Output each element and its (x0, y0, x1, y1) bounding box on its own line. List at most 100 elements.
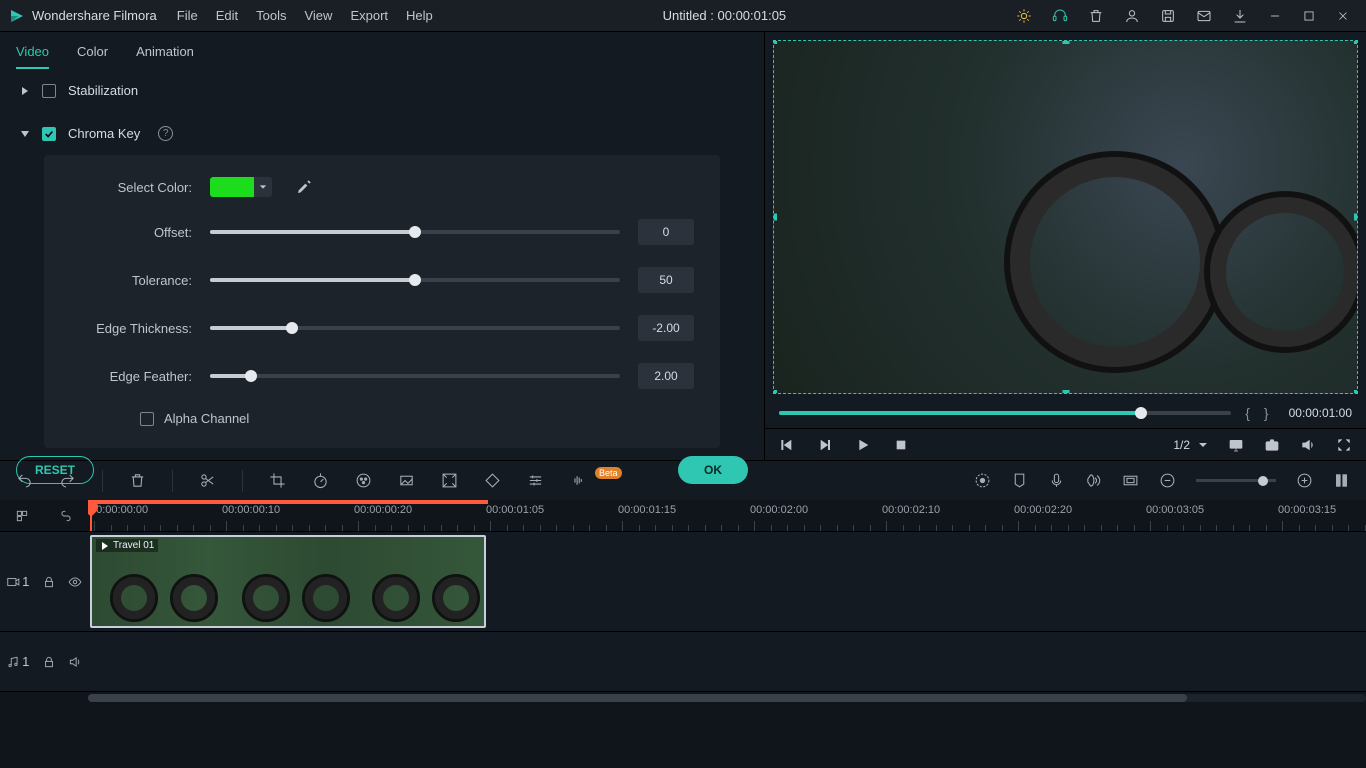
tips-icon[interactable] (1016, 8, 1032, 24)
mark-out-icon[interactable]: } (1264, 405, 1269, 421)
track-manager-icon[interactable] (15, 509, 29, 523)
resize-handle[interactable] (773, 214, 777, 221)
timeline: 00:00:00:0000:00:00:1000:00:00:2000:00:0… (0, 500, 1366, 768)
resize-handle[interactable] (1354, 214, 1358, 221)
video-clip[interactable]: Travel 01 (90, 535, 486, 628)
alpha-channel-checkbox[interactable] (140, 412, 154, 426)
motion-tracking-icon[interactable] (441, 472, 458, 489)
select-color-label: Select Color: (70, 180, 210, 195)
volume-icon[interactable] (1300, 437, 1316, 453)
record-voiceover-icon[interactable] (1048, 472, 1065, 489)
account-icon[interactable] (1124, 8, 1140, 24)
resize-handle[interactable] (773, 40, 777, 44)
lock-icon[interactable] (42, 655, 56, 669)
zoom-to-fit-icon[interactable] (1333, 472, 1350, 489)
stabilization-section-header[interactable]: Stabilization (0, 69, 764, 112)
redo-icon[interactable] (59, 472, 76, 489)
ruler-label: 00:00:02:10 (882, 504, 940, 516)
preview-canvas[interactable] (773, 40, 1358, 394)
speed-icon[interactable] (312, 472, 329, 489)
resize-handle[interactable] (1062, 40, 1069, 44)
zoom-out-icon[interactable] (1159, 472, 1176, 489)
offset-value[interactable]: 0 (638, 219, 694, 245)
keyframe-icon[interactable] (484, 472, 501, 489)
preview-scrubber[interactable] (779, 411, 1231, 415)
play-icon[interactable] (855, 437, 871, 453)
app-name: Wondershare Filmora (32, 8, 157, 23)
undo-icon[interactable] (16, 472, 33, 489)
maximize-icon[interactable] (1302, 9, 1316, 23)
tolerance-value[interactable]: 50 (638, 267, 694, 293)
menu-view[interactable]: View (304, 8, 332, 23)
ok-button[interactable]: OK (678, 456, 748, 484)
filmora-logo-icon (8, 7, 26, 25)
link-icon[interactable] (59, 509, 73, 523)
help-icon[interactable]: ? (158, 126, 173, 141)
edge-feather-value[interactable]: 2.00 (638, 363, 694, 389)
tolerance-slider[interactable] (210, 278, 620, 282)
tab-video[interactable]: Video (16, 44, 49, 69)
step-back-icon[interactable] (779, 437, 795, 453)
menu-edit[interactable]: Edit (216, 8, 238, 23)
adjust-icon[interactable] (527, 472, 544, 489)
app-logo: Wondershare Filmora (8, 7, 157, 25)
split-icon[interactable] (199, 472, 216, 489)
display-icon[interactable] (1228, 437, 1244, 453)
resize-handle[interactable] (1062, 390, 1069, 394)
separator (102, 470, 103, 492)
download-icon[interactable] (1232, 8, 1248, 24)
marker-icon[interactable] (1011, 472, 1028, 489)
delete-icon[interactable] (129, 472, 146, 489)
edge-thickness-slider[interactable] (210, 326, 620, 330)
mail-icon[interactable] (1196, 8, 1212, 24)
resize-handle[interactable] (773, 390, 777, 394)
menu-help[interactable]: Help (406, 8, 433, 23)
support-icon[interactable] (1052, 8, 1068, 24)
chevron-down-icon[interactable] (254, 177, 272, 197)
resize-handle[interactable] (1354, 40, 1358, 44)
edge-feather-slider[interactable] (210, 374, 620, 378)
minimize-icon[interactable] (1268, 9, 1282, 23)
fullscreen-icon[interactable] (1336, 437, 1352, 453)
mark-in-icon[interactable]: { (1245, 405, 1250, 421)
stop-icon[interactable] (893, 437, 909, 453)
menu-tools[interactable]: Tools (256, 8, 286, 23)
save-icon[interactable] (1160, 8, 1176, 24)
resize-handle[interactable] (1354, 390, 1358, 394)
zoom-slider[interactable] (1196, 479, 1276, 482)
play-pause-icon[interactable] (817, 437, 833, 453)
snapshot-icon[interactable] (1264, 437, 1280, 453)
crop-icon[interactable] (269, 472, 286, 489)
menu-export[interactable]: Export (350, 8, 388, 23)
audio-visualizer-icon[interactable] (570, 472, 587, 489)
trash-icon[interactable] (1088, 8, 1104, 24)
playhead[interactable] (90, 500, 92, 531)
video-track-body[interactable]: Travel 01 (88, 532, 1366, 631)
eyedropper-icon[interactable] (296, 179, 312, 195)
zoom-in-icon[interactable] (1296, 472, 1313, 489)
chroma-section-header[interactable]: Chroma Key ? (0, 112, 764, 155)
close-icon[interactable] (1336, 9, 1350, 23)
color-picker[interactable] (210, 177, 272, 197)
tolerance-label: Tolerance: (70, 273, 210, 288)
tab-color[interactable]: Color (77, 44, 108, 69)
audio-track-body[interactable] (88, 632, 1366, 691)
tab-animation[interactable]: Animation (136, 44, 194, 69)
separator (242, 470, 243, 492)
offset-slider[interactable] (210, 230, 620, 234)
eye-icon[interactable] (68, 575, 82, 589)
color-icon[interactable] (355, 472, 372, 489)
render-icon[interactable] (974, 472, 991, 489)
time-ruler[interactable]: 00:00:00:0000:00:00:1000:00:00:2000:00:0… (0, 500, 1366, 532)
green-screen-icon[interactable] (398, 472, 415, 489)
mute-icon[interactable] (68, 655, 82, 669)
stabilization-checkbox[interactable] (42, 84, 56, 98)
chroma-checkbox[interactable] (42, 127, 56, 141)
aspect-ratio-icon[interactable] (1122, 472, 1139, 489)
timeline-hscroll[interactable] (0, 692, 1366, 704)
menu-file[interactable]: File (177, 8, 198, 23)
lock-icon[interactable] (42, 575, 56, 589)
preview-quality-dropdown[interactable]: 1/2 (1173, 438, 1208, 452)
edge-thickness-value[interactable]: -2.00 (638, 315, 694, 341)
audio-mixer-icon[interactable] (1085, 472, 1102, 489)
